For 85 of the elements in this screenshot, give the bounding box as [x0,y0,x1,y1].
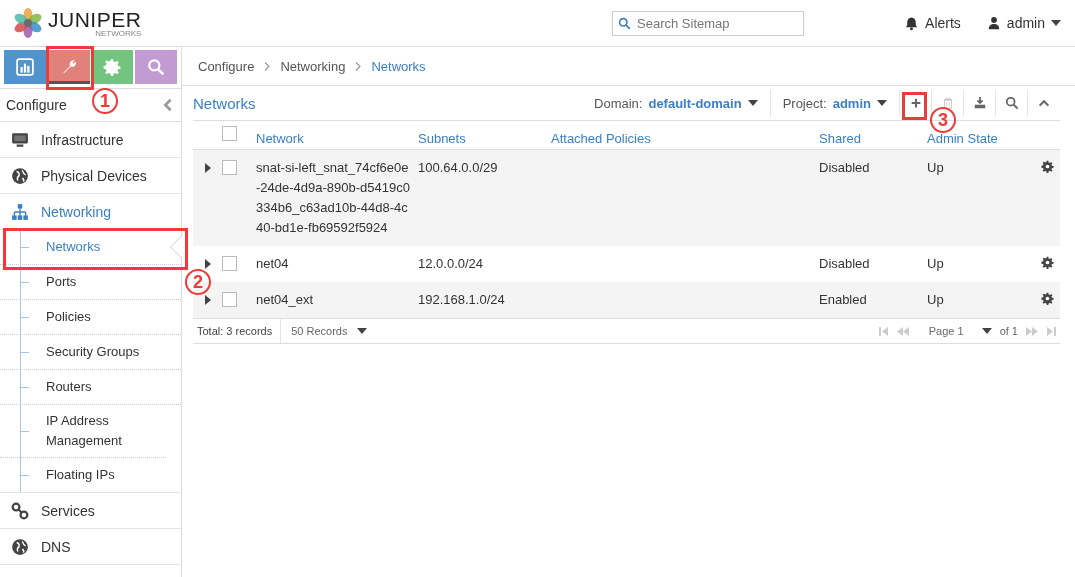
project-dropdown[interactable]: Project: admin [770,90,900,116]
table-cell: snat-si-left_snat_74cf6e0e-24de-4d9a-890b-d5419c0334b6_c63ad10b-44d8-4c40-bd1e-fb69592f5924 [256,160,410,235]
sitemap-icon [11,202,29,221]
search-icon [1004,96,1019,110]
table-cell: 100.64.0.0/29 [418,160,498,175]
settings-icon [1040,256,1054,269]
search-icon [147,58,166,76]
logo-wordmark: JUNIPER [48,8,142,30]
row-checkbox[interactable] [222,160,237,175]
panel-title: Networks [193,94,256,112]
nav-tab[interactable] [47,50,90,84]
highlight-frame [46,46,94,90]
column-header[interactable]: Shared [819,131,861,146]
sidebar-title: Configure [6,97,67,113]
table-cell: Disabled [819,256,870,271]
search-icon [618,16,632,30]
globe-icon [11,166,29,185]
caret-icon [747,100,758,106]
search-field[interactable]: Search Sitemap [612,10,805,36]
step-number: 3 [930,107,956,133]
user-icon [986,16,1001,30]
row-checkbox[interactable] [222,292,237,307]
expand-arrow-icon[interactable] [204,295,211,305]
caret-icon [1051,20,1061,26]
table-cell: Up [927,160,944,175]
table-cell: Enabled [819,292,867,307]
nav-tab[interactable] [91,50,134,84]
sidebar-subitem[interactable]: IP Address Management [0,405,166,458]
table-cell: Up [927,292,944,307]
user-menu[interactable]: admin [986,15,1061,31]
record-count: Total: 3 records [193,319,282,343]
nav-tab[interactable] [135,50,177,84]
globe-icon [11,537,29,556]
bar-chart-icon [15,58,34,76]
sidebar-subitem[interactable]: Security Groups [0,335,181,370]
page-dropdown[interactable]: Page 1 [928,325,964,337]
sidebar-subitem[interactable]: Policies [0,300,181,335]
nav-tab[interactable] [4,50,46,84]
settings-icon [1040,160,1054,173]
page-total: of 1 [999,325,1018,337]
breadcrumb-link[interactable]: Networks [371,58,426,74]
caret-icon [877,100,887,106]
sidebar-subitem[interactable]: Routers [0,370,181,405]
breadcrumb-link[interactable]: Networking [280,58,346,74]
link-icon [11,501,29,520]
alerts-button[interactable]: Alerts [904,15,961,31]
settings-icon [103,58,122,76]
column-header[interactable]: Network [256,131,304,146]
flower-logo-icon [12,7,44,39]
chevron-right-icon [355,61,362,71]
settings-icon [1040,292,1054,305]
row-checkbox[interactable] [222,256,237,271]
table-cell: 192.168.1.0/24 [418,292,505,307]
sidebar-subitem[interactable]: Ports [0,265,181,300]
table-cell: net04_ext [256,292,314,307]
table-cell: net04 [256,256,289,271]
sidebar-item[interactable]: Services [0,493,181,529]
chevron-right-icon [264,61,271,71]
expand-arrow-icon[interactable] [204,259,211,269]
sidebar-item[interactable]: Infrastructure [0,122,181,158]
sidebar-item[interactable]: Networking [0,194,181,230]
select-all-checkbox[interactable] [222,126,237,141]
column-header[interactable]: Attached Policies [551,131,651,146]
step-number: 2 [185,269,211,295]
breadcrumb-link[interactable]: Configure [198,58,255,74]
sidebar-item[interactable]: Physical Devices [0,158,181,194]
logo-tagline: NETWORKS [95,29,142,38]
highlight-frame [902,92,927,120]
caret-icon [981,328,992,334]
sidebar-item[interactable]: DNS [0,529,181,565]
bell-icon [904,15,920,31]
table-cell: 12.0.0.0/24 [418,256,484,271]
table-cell: Disabled [819,160,870,175]
table-cell: Up [927,256,944,271]
caret-icon [357,328,368,334]
page-size-dropdown[interactable]: 50 Records [281,325,368,337]
sidebar-subitem[interactable]: Networks [0,230,181,265]
expand-arrow-icon[interactable] [204,163,211,173]
domain-dropdown[interactable]: Domain: default-domain [594,90,771,116]
sidebar-subitem[interactable]: Floating IPs [0,458,181,492]
monitor-icon [11,130,29,149]
download-icon [972,96,987,110]
column-header[interactable]: Subnets [418,131,466,146]
step-number: 1 [92,88,118,114]
column-header[interactable]: Admin State [927,131,998,146]
